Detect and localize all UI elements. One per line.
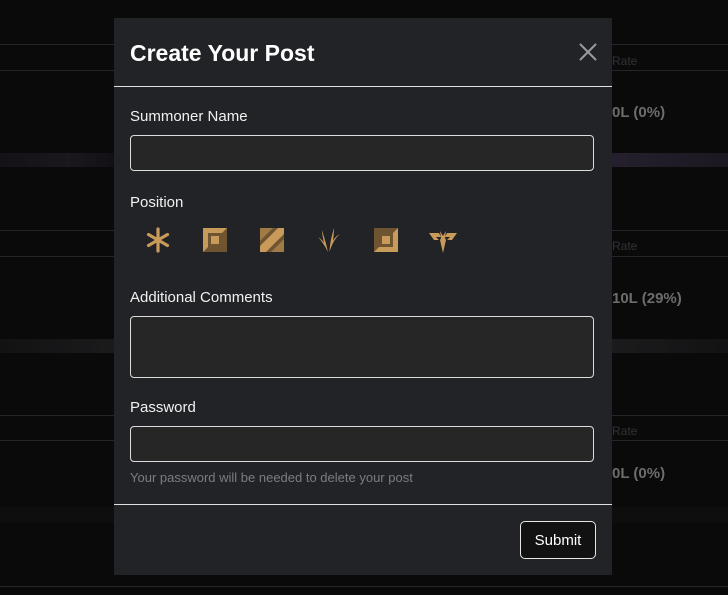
bot-lane-icon [374,228,398,252]
fill-icon [146,227,170,253]
close-icon [579,43,597,61]
mid-lane-icon [260,228,284,252]
password-help-text: Your password will be needed to delete y… [130,470,413,485]
password-label: Password [130,399,196,416]
submit-button[interactable]: Submit [520,521,596,559]
summoner-name-input[interactable] [130,135,594,171]
modal-header: Create Your Post [114,18,612,87]
summoner-name-label: Summoner Name [130,108,248,125]
jungle-icon [318,228,340,252]
support-icon [429,231,457,253]
comments-textarea[interactable] [130,316,594,378]
password-input[interactable] [130,426,594,462]
create-post-modal: Create Your Post Summoner Name Position [114,18,612,575]
position-top-button[interactable] [199,224,231,256]
modal-title: Create Your Post [130,40,315,66]
position-support-button[interactable] [427,224,459,256]
position-fill-button[interactable] [142,224,174,256]
modal-body: Summoner Name Position Additional Commen… [114,87,612,505]
position-bot-button[interactable] [370,224,402,256]
close-button[interactable] [576,40,600,64]
modal-footer: Submit [114,504,612,576]
position-label: Position [130,194,184,211]
position-mid-button[interactable] [256,224,288,256]
position-jungle-button[interactable] [313,224,345,256]
comments-label: Additional Comments [130,289,273,306]
position-selector [130,224,470,264]
top-lane-icon [203,228,227,252]
